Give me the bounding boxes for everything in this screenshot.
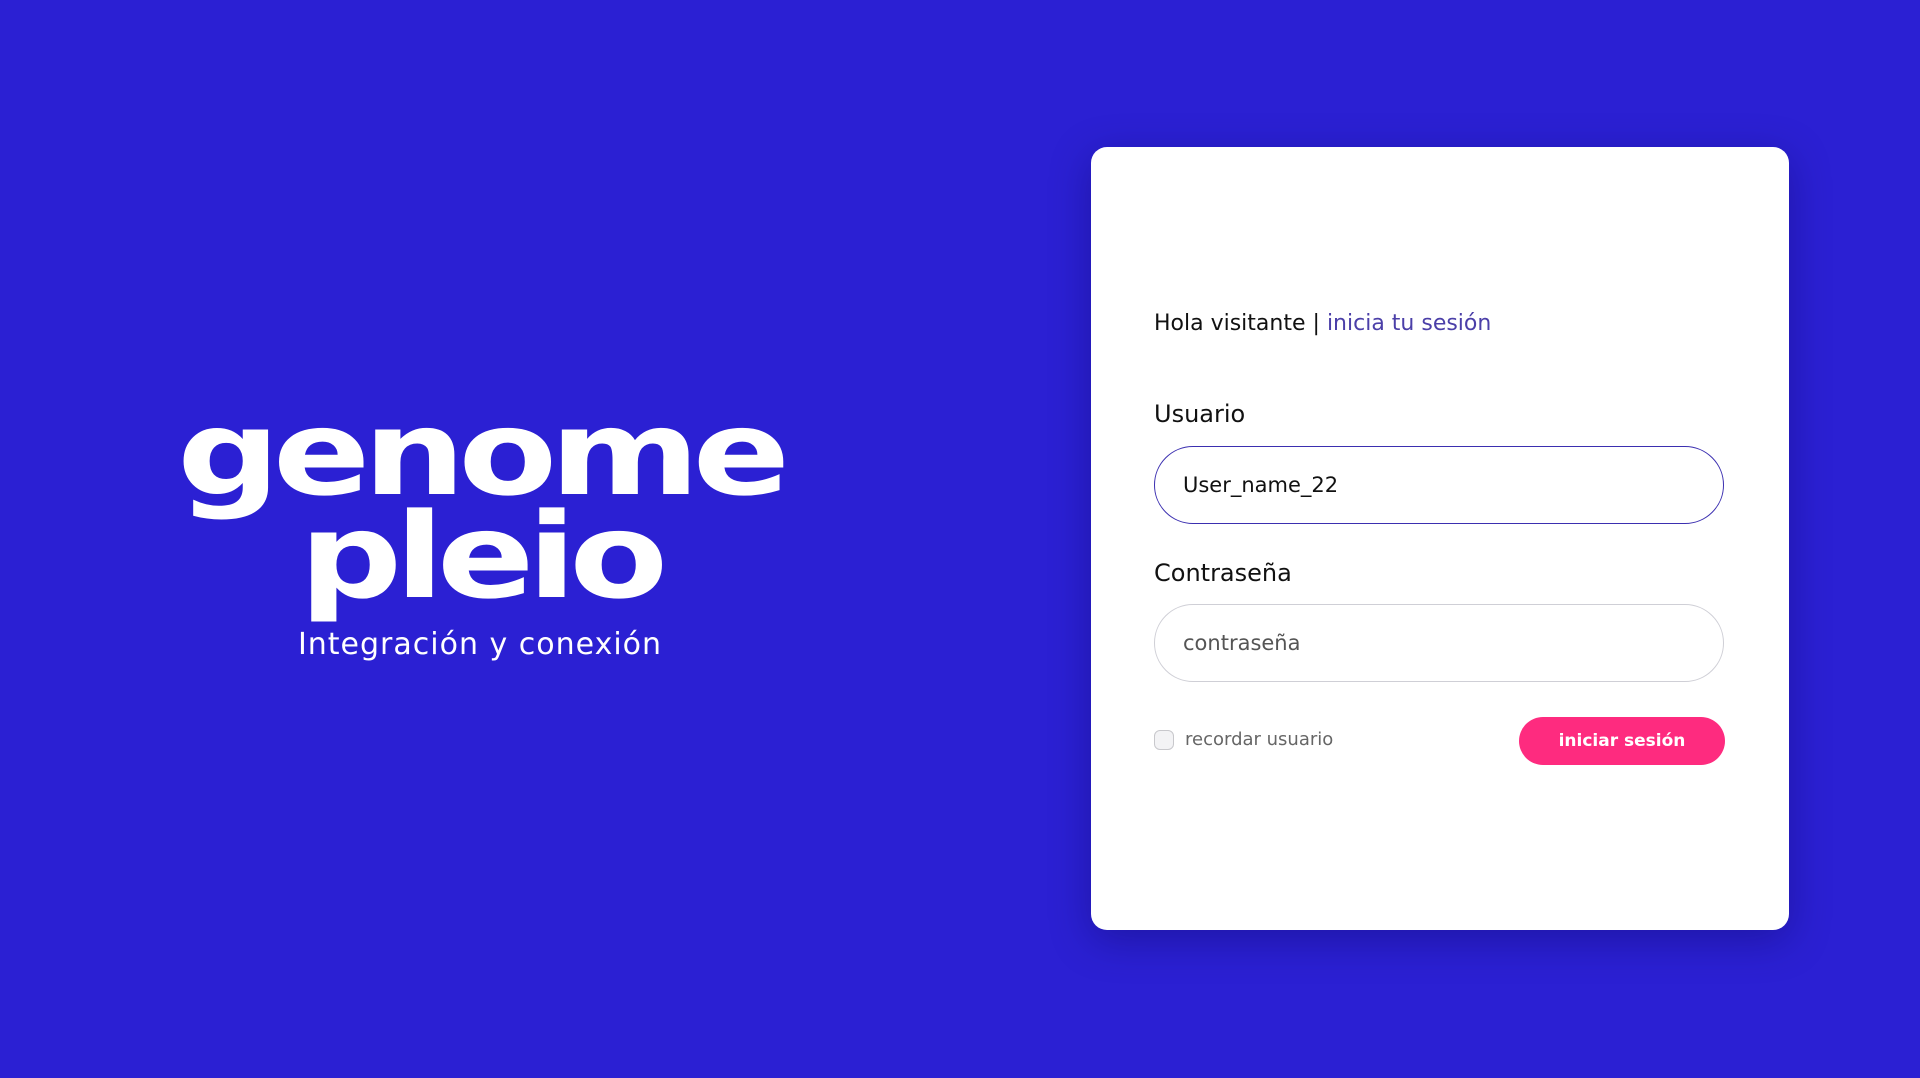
remember-checkbox[interactable] — [1154, 729, 1174, 750]
brand-block: genome pleio Integración y conexión — [170, 394, 790, 662]
remember-label: recordar usuario — [1185, 729, 1334, 750]
remember-user-toggle[interactable]: recordar usuario — [1154, 729, 1333, 750]
username-label: Usuario — [1154, 400, 1246, 428]
username-input[interactable] — [1154, 446, 1724, 524]
password-input[interactable] — [1154, 604, 1724, 682]
login-button[interactable]: iniciar sesión — [1519, 717, 1725, 765]
greeting-separator: | — [1312, 311, 1320, 336]
greeting-text: Hola visitante — [1154, 311, 1306, 336]
logo-line-pleio: pleio — [299, 486, 668, 625]
greeting: Hola visitante | inicia tu sesión — [1154, 311, 1491, 336]
login-link[interactable]: inicia tu sesión — [1327, 311, 1491, 336]
genomepleio-logo: genome pleio — [102, 394, 858, 625]
password-label: Contraseña — [1154, 559, 1292, 587]
login-card: Hola visitante | inicia tu sesión Usuari… — [1091, 147, 1789, 930]
tagline: Integración y conexión — [297, 626, 663, 662]
